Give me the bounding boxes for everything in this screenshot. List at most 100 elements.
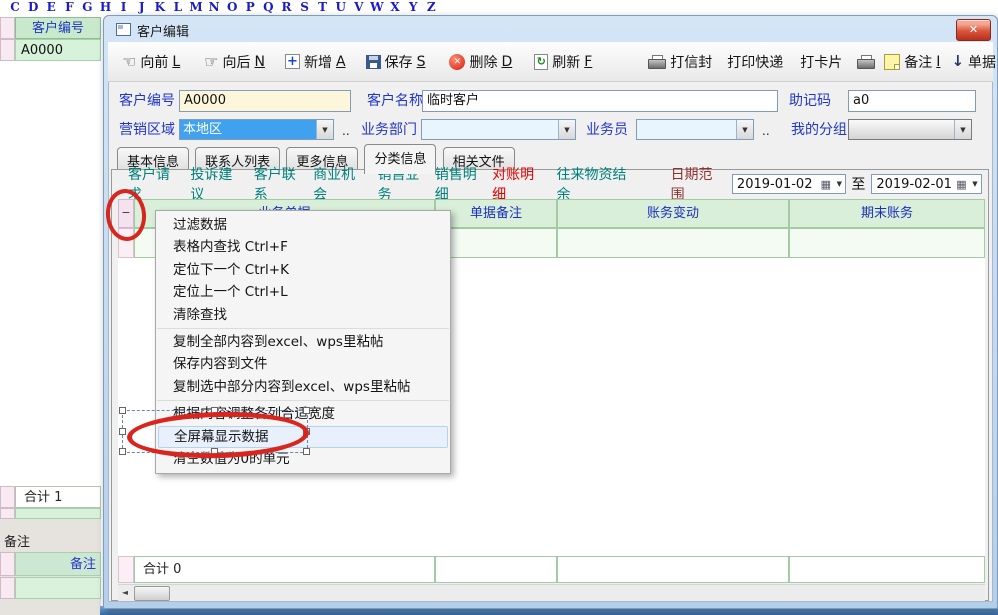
menu-item-find-in-table[interactable]: 表格内查找 Ctrl+F xyxy=(156,236,450,258)
scroll-left-arrow[interactable]: ◄ xyxy=(118,586,132,600)
add-accel: A xyxy=(336,54,346,70)
dialog-titlebar: 客户编辑 ✕ xyxy=(104,16,997,42)
tab-category-info[interactable]: 分类信息 xyxy=(364,144,436,174)
alphabet-letter[interactable]: Q xyxy=(259,0,277,15)
add-label: 新增 xyxy=(304,52,332,72)
save-button[interactable]: 保存S xyxy=(366,52,426,72)
customer-no-label: 客户编号 xyxy=(119,90,175,112)
selection-handle[interactable] xyxy=(303,448,310,455)
link-reconciliation-detail[interactable]: 对账明细 xyxy=(492,164,545,204)
table-cell xyxy=(789,228,985,258)
print-envelope-button[interactable]: 打信封 xyxy=(648,52,712,72)
selection-handle[interactable] xyxy=(119,448,126,455)
customer-name-label: 客户名称 xyxy=(367,90,423,112)
menu-item-locate-next[interactable]: 定位下一个 Ctrl+K xyxy=(156,259,450,281)
date-from-picker[interactable]: 2019-01-02 ▦ ▼ xyxy=(732,174,846,194)
customer-no-input[interactable]: A0000 xyxy=(179,90,351,112)
chevron-down-icon[interactable]: ▼ xyxy=(558,120,575,139)
date-range-label: 日期范围 xyxy=(671,164,724,204)
selection-handle[interactable] xyxy=(119,428,126,435)
parent-cell-customer-no[interactable]: A0000 xyxy=(15,39,101,61)
alphabet-letter[interactable]: F xyxy=(60,0,78,15)
alphabet-letter[interactable]: D xyxy=(24,0,42,15)
voucher-button[interactable]: ↓ 单据 xyxy=(951,52,996,72)
selection-handle[interactable] xyxy=(303,407,310,414)
dept-label: 业务部门 xyxy=(361,119,417,141)
alphabet-letter[interactable]: L xyxy=(169,0,187,15)
next-button[interactable]: ☞ 向后N xyxy=(204,52,265,72)
salesman-label: 业务员 xyxy=(586,119,628,141)
chevron-down-icon[interactable]: ▼ xyxy=(954,120,971,139)
menu-item-copy-all-to-excel[interactable]: 复制全部内容到excel、wps里粘帖 xyxy=(156,331,450,353)
horizontal-scrollbar[interactable]: ◄ xyxy=(118,584,985,601)
notes-row-indicator xyxy=(0,552,15,576)
alphabet-letter[interactable]: Y xyxy=(404,0,422,15)
alphabet-letter[interactable]: G xyxy=(78,0,96,15)
print-express-button[interactable]: 打印快递 xyxy=(727,52,783,72)
selection-handle[interactable] xyxy=(119,407,126,414)
group-combo[interactable]: ▼ xyxy=(848,119,972,140)
alphabet-letter[interactable]: S xyxy=(296,0,314,15)
menu-item-copy-selection-to-excel[interactable]: 复制选中部分内容到excel、wps里粘帖 xyxy=(156,376,450,398)
delete-button[interactable]: ✕ 删除D xyxy=(449,52,512,72)
salesman-lookup-button[interactable]: .. xyxy=(762,124,770,138)
salesman-combo[interactable]: ▼ xyxy=(636,119,754,140)
print-card-button[interactable]: 打卡片 xyxy=(800,52,842,72)
alphabet-letter[interactable]: H xyxy=(96,0,114,15)
alphabet-letter[interactable]: O xyxy=(223,0,241,15)
alphabet-letter[interactable]: R xyxy=(277,0,295,15)
date-to-picker[interactable]: 2019-02-01 ▦ ▼ xyxy=(871,174,982,194)
link-complaint[interactable]: 投诉建议 xyxy=(190,164,243,204)
parent-row-indicator-header xyxy=(0,17,15,39)
alphabet-letter[interactable]: W xyxy=(368,0,386,15)
alphabet-letter[interactable]: E xyxy=(42,0,60,15)
chevron-down-icon[interactable]: ▼ xyxy=(316,120,333,139)
toolbar: ☜ 向前L ☞ 向后N + 新增A 保存S ✕ 删除D ↻ 刷新F 打信封 打印… xyxy=(108,42,993,82)
print-envelope-label: 打信封 xyxy=(670,52,712,72)
chevron-down-icon[interactable]: ▼ xyxy=(969,180,981,188)
parent-column-header-customer-no[interactable]: 客户编号 xyxy=(15,17,101,39)
menu-item-filter-data[interactable]: 过滤数据 xyxy=(156,214,450,236)
print-stack-button[interactable] xyxy=(857,55,875,69)
column-header-doc-remark[interactable]: 单据备注 xyxy=(435,199,557,228)
grid-total-cell: 合计 0 xyxy=(134,556,435,583)
note-button[interactable]: 备注I xyxy=(884,52,940,72)
link-sales-detail[interactable]: 销售明细 xyxy=(435,164,488,204)
link-material-balance[interactable]: 往来物资结余 xyxy=(557,164,637,204)
chevron-down-icon[interactable]: ▼ xyxy=(736,120,753,139)
alphabet-letter[interactable]: Z xyxy=(422,0,440,15)
alphabet-letter[interactable]: I xyxy=(115,0,133,15)
alphabet-letter[interactable]: P xyxy=(241,0,259,15)
link-customer-contact[interactable]: 客户联系 xyxy=(254,164,307,204)
table-cell xyxy=(435,228,557,258)
dept-combo[interactable]: ▼ xyxy=(421,119,576,140)
alphabet-letter[interactable]: U xyxy=(332,0,350,15)
mnemonic-input[interactable]: a0 xyxy=(848,90,976,112)
chevron-down-icon[interactable]: ▼ xyxy=(833,180,845,188)
alphabet-letter[interactable]: V xyxy=(350,0,368,15)
alphabet-letter[interactable]: N xyxy=(205,0,223,15)
menu-item-clear-search[interactable]: 清除查找 xyxy=(156,304,450,326)
region-combo[interactable]: 本地区 ▼ xyxy=(179,119,334,140)
menu-item-locate-prev[interactable]: 定位上一个 Ctrl+L xyxy=(156,281,450,303)
refresh-button[interactable]: ↻ 刷新F xyxy=(534,52,592,72)
menu-item-save-to-file[interactable]: 保存内容到文件 xyxy=(156,353,450,375)
column-header-account-change[interactable]: 账务变动 xyxy=(557,199,789,228)
scrollbar-thumb[interactable] xyxy=(134,586,170,601)
region-lookup-button[interactable]: .. xyxy=(342,124,350,138)
alphabet-letter[interactable]: K xyxy=(151,0,169,15)
column-header-ending-balance[interactable]: 期末账务 xyxy=(789,199,985,228)
prev-button[interactable]: ☜ 向前L xyxy=(122,52,180,72)
group-value xyxy=(849,120,954,139)
add-button[interactable]: + 新增A xyxy=(285,52,346,72)
customer-name-input[interactable]: 临时客户 xyxy=(422,90,778,112)
alphabet-letter[interactable]: J xyxy=(133,0,151,15)
note-icon xyxy=(884,54,900,70)
alphabet-letter[interactable]: T xyxy=(314,0,332,15)
close-button[interactable]: ✕ xyxy=(956,19,991,41)
link-business-opportunity[interactable]: 商业机会 xyxy=(313,164,366,204)
alphabet-letter[interactable]: M xyxy=(187,0,205,15)
alphabet-letter[interactable]: X xyxy=(386,0,404,15)
alphabet-index-row: CDEFGHIJKLMNOPQRSTUVWXYZ xyxy=(6,0,440,15)
alphabet-letter[interactable]: C xyxy=(6,0,24,15)
